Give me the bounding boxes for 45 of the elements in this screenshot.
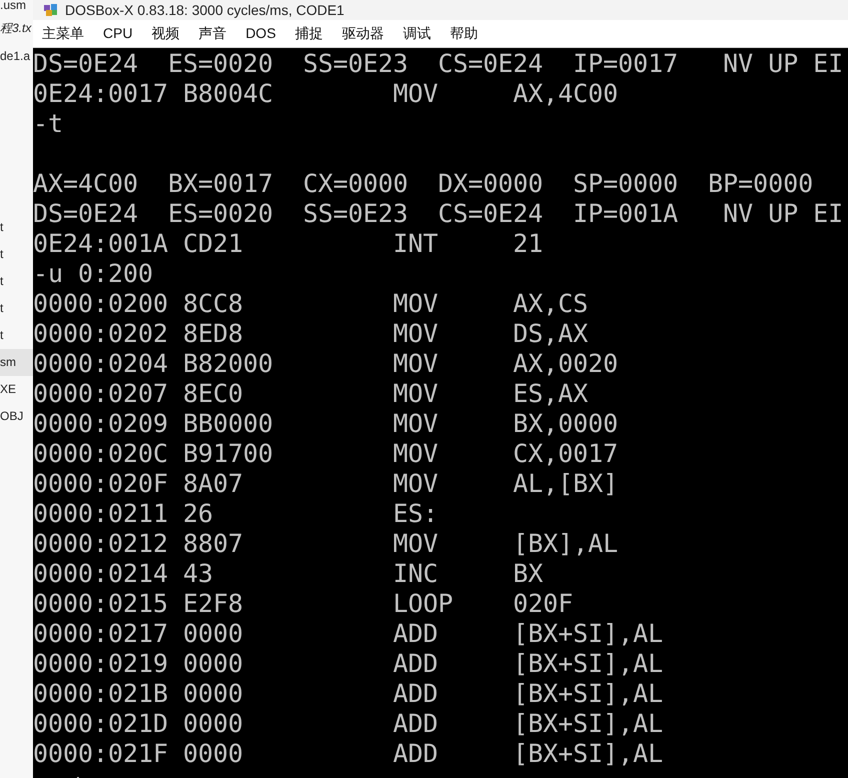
menu-item[interactable]: 主菜单	[42, 23, 84, 44]
menu-item[interactable]: 声音	[198, 23, 227, 44]
file-name[interactable]: 程3.tx	[0, 18, 32, 38]
menu-item[interactable]: 视频	[152, 23, 180, 44]
file-name[interactable]: t	[0, 322, 4, 349]
menu-item[interactable]: 调试	[402, 23, 431, 44]
console-line: 0000:0217 0000 ADD [BX+SI],AL	[33, 619, 664, 648]
file-name[interactable]: de1.a	[0, 46, 30, 66]
console-line: 0000:021B 0000 ADD [BX+SI],AL	[33, 679, 664, 708]
console-line: 0000:0219 0000 ADD [BX+SI],AL	[33, 649, 664, 678]
console-line: 0000:021F 0000 ADD [BX+SI],AL	[33, 739, 664, 768]
file-name[interactable]: .usm	[0, 0, 26, 14]
menu-item[interactable]: CPU	[103, 23, 133, 44]
file-name[interactable]: sm	[0, 349, 33, 376]
file-name[interactable]: OBJ	[0, 403, 24, 430]
console-line: 0000:0207 8EC0 MOV ES,AX	[33, 379, 588, 408]
menu-item[interactable]: 帮助	[450, 23, 478, 44]
console-line: -t	[33, 109, 64, 138]
console-line: 0000:020F 8A07 MOV AL,[BX]	[33, 469, 618, 498]
window-title: DOSBox-X 0.83.18: 3000 cycles/ms, CODE1	[65, 1, 344, 19]
console-line: 0000:0200 8CC8 MOV AX,CS	[33, 289, 588, 318]
file-name[interactable]: t	[0, 214, 4, 241]
console-line: 0000:0211 26 ES:	[33, 499, 438, 528]
console-line: 0E24:0017 B8004C MOV AX,4C00	[33, 79, 618, 108]
file-name[interactable]: t	[0, 295, 4, 322]
console-line: 0000:0214 43 INC BX	[33, 559, 544, 588]
file-name[interactable]: XE	[0, 376, 16, 403]
file-name[interactable]: t	[0, 241, 4, 268]
app-icon	[43, 3, 59, 17]
menu-item[interactable]: 驱动器	[342, 23, 384, 44]
menu-item[interactable]: 捕捉	[294, 23, 323, 44]
console-line: AX=4C00 BX=0017 CX=0000 DX=0000 SP=0000 BP=0000	[33, 169, 814, 198]
console-line: DS=0E24 ES=0020 SS=0E23 CS=0E24 IP=001A NV UP EI	[33, 199, 844, 228]
console-line: 0000:0202 8ED8 MOV DS,AX	[33, 319, 588, 348]
console-line: 0000:0212 8807 MOV [BX],AL	[33, 529, 618, 558]
console-line: 0000:021D 0000 ADD [BX+SI],AL	[33, 709, 664, 738]
console-line: 0000:0209 BB0000 MOV BX,0000	[33, 409, 618, 438]
console-line: 0000:0204 B82000 MOV AX,0020	[33, 349, 618, 378]
console-line: 0E24:001A CD21 INT 21	[33, 229, 544, 258]
console-line: DS=0E24 ES=0020 SS=0E23 CS=0E24 IP=0017 NV UP EI	[33, 49, 844, 78]
console-line: -u 0:200	[33, 259, 154, 288]
file-name[interactable]: t	[0, 268, 4, 295]
console-line: 0000:0215 E2F8 LOOP 020F	[33, 589, 574, 618]
menu-item[interactable]: DOS	[246, 23, 276, 44]
console-line: 0000:020C B91700 MOV CX,0017	[33, 439, 618, 468]
